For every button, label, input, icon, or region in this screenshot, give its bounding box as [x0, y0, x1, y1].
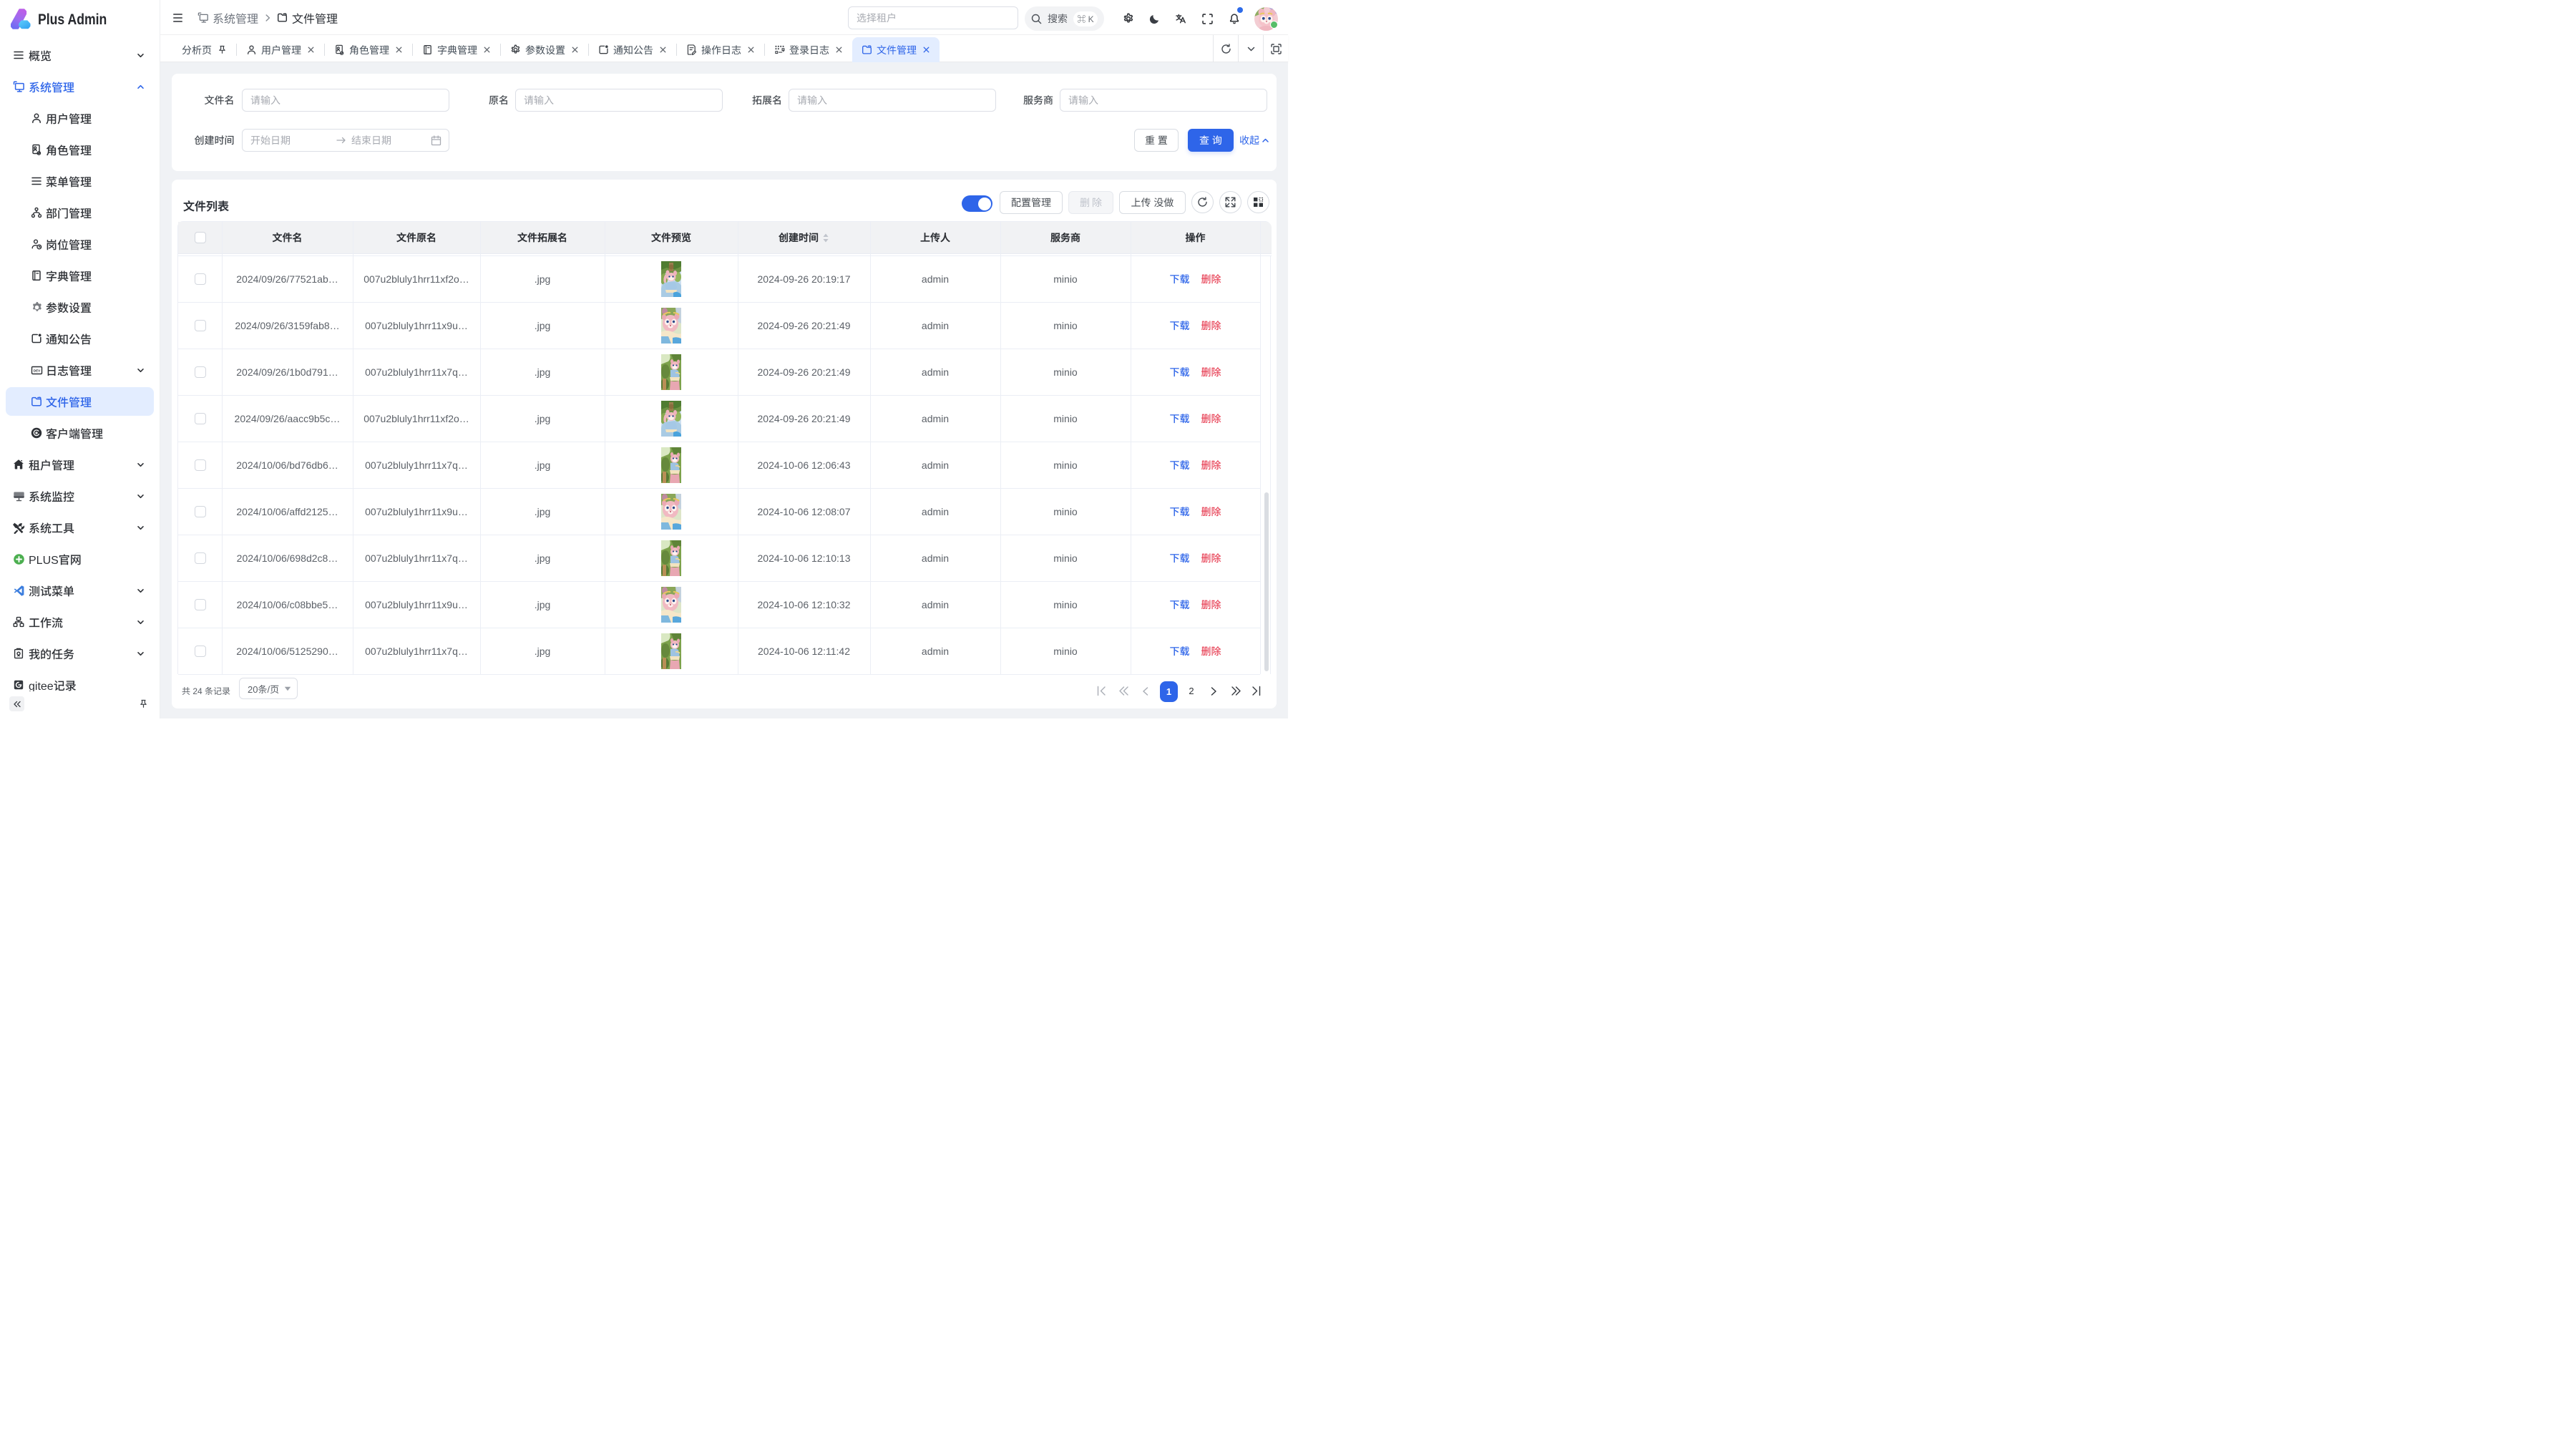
svg-text:DEV: DEV [33, 369, 40, 372]
